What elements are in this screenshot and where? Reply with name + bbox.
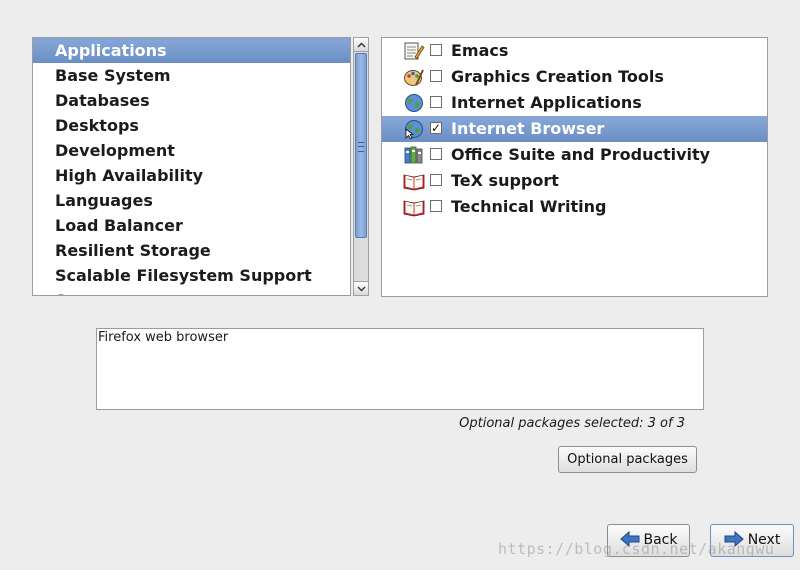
package-description-text: Firefox web browser <box>98 330 229 345</box>
open-book-icon <box>403 200 425 217</box>
scroll-down-button[interactable] <box>354 281 368 295</box>
back-button-label: Back <box>643 532 678 548</box>
package-label: Internet Browser <box>451 119 605 138</box>
globe-pointer-icon <box>405 120 423 139</box>
package-checkbox-graphics[interactable] <box>430 70 442 82</box>
package-row-internet-applications[interactable]: Internet Applications <box>382 90 767 116</box>
optional-packages-button[interactable]: Optional packages <box>558 446 697 473</box>
package-row-tex-support[interactable]: TeX support <box>382 168 767 194</box>
back-button[interactable]: Back <box>607 524 690 557</box>
package-checkbox-technical-writing[interactable] <box>430 200 442 212</box>
scroll-up-button[interactable] <box>354 38 368 52</box>
package-description-box: Firefox web browser <box>96 328 704 410</box>
office-binders-icon <box>404 146 423 164</box>
arrow-right-icon <box>724 530 744 547</box>
category-item-servers[interactable]: Servers <box>33 288 350 295</box>
package-row-graphics[interactable]: Graphics Creation Tools <box>382 64 767 90</box>
chevron-down-icon <box>357 286 365 291</box>
category-item-base-system[interactable]: Base System <box>33 63 350 88</box>
package-list[interactable]: Emacs Graphics Creation Tools Internet A… <box>381 37 768 297</box>
package-label: TeX support <box>451 171 559 190</box>
globe-icon <box>405 94 423 112</box>
package-row-technical-writing[interactable]: Technical Writing <box>382 194 767 220</box>
package-checkbox-tex-support[interactable] <box>430 174 442 186</box>
notepad-pencil-icon <box>404 42 425 60</box>
package-label: Graphics Creation Tools <box>451 67 664 86</box>
grip-icon <box>358 142 364 152</box>
category-item-resilient-storage[interactable]: Resilient Storage <box>33 238 350 263</box>
arrow-left-icon <box>619 530 639 547</box>
package-checkbox-emacs[interactable] <box>430 44 442 56</box>
category-item-desktops[interactable]: Desktops <box>33 113 350 138</box>
category-item-scalable-filesystem[interactable]: Scalable Filesystem Support <box>33 263 350 288</box>
package-label: Office Suite and Productivity <box>451 145 711 164</box>
package-checkbox-internet-applications[interactable] <box>430 96 442 108</box>
next-button-label: Next <box>747 532 781 548</box>
scroll-thumb[interactable] <box>355 53 367 238</box>
package-row-internet-browser[interactable]: ✓ Internet Browser <box>382 116 767 142</box>
category-item-languages[interactable]: Languages <box>33 188 350 213</box>
open-book-icon <box>403 174 425 191</box>
category-item-applications[interactable]: Applications <box>33 38 350 63</box>
package-label: Emacs <box>451 41 509 60</box>
category-item-high-availability[interactable]: High Availability <box>33 163 350 188</box>
package-label: Technical Writing <box>451 197 607 216</box>
package-label: Internet Applications <box>451 93 642 112</box>
chevron-up-icon <box>357 42 365 47</box>
category-scrollbar[interactable] <box>353 37 369 296</box>
package-row-office-suite[interactable]: Office Suite and Productivity <box>382 142 767 168</box>
package-checkbox-office-suite[interactable] <box>430 148 442 160</box>
category-item-databases[interactable]: Databases <box>33 88 350 113</box>
paint-palette-icon <box>404 69 424 86</box>
package-selection-screen: Applications Base System Databases Deskt… <box>0 0 800 570</box>
package-checkbox-internet-browser[interactable]: ✓ <box>430 122 442 134</box>
category-item-development[interactable]: Development <box>33 138 350 163</box>
category-list[interactable]: Applications Base System Databases Deskt… <box>32 37 351 296</box>
optional-packages-status: Optional packages selected: 3 of 3 <box>459 416 685 431</box>
package-row-emacs[interactable]: Emacs <box>382 38 767 64</box>
category-item-load-balancer[interactable]: Load Balancer <box>33 213 350 238</box>
next-button[interactable]: Next <box>710 524 794 557</box>
